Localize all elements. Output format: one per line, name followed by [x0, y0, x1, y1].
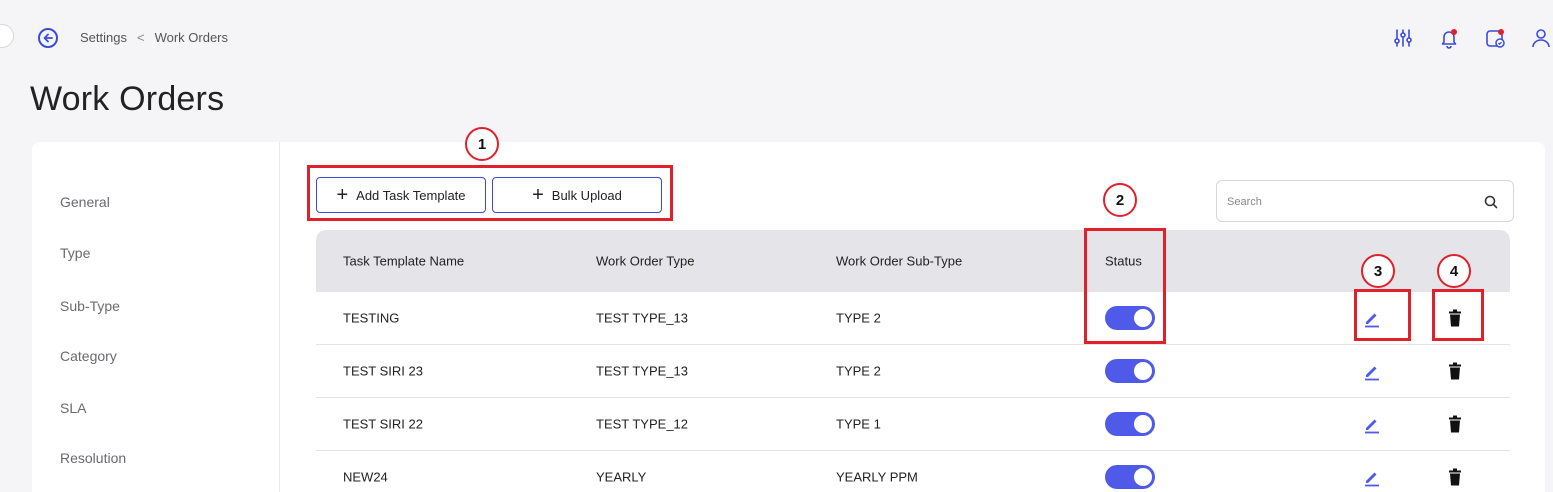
- delete-icon[interactable]: [1448, 468, 1462, 486]
- annotation-box-4: [1432, 289, 1484, 341]
- sidebar-item-general[interactable]: General: [60, 194, 110, 210]
- bell-icon: [1441, 29, 1457, 49]
- notifications-button[interactable]: [1437, 26, 1461, 50]
- task-template-name: TESTING: [343, 310, 400, 326]
- annotation-marker-1: 1: [465, 127, 499, 161]
- page-title: Work Orders: [30, 80, 225, 118]
- search-box: [1216, 180, 1514, 222]
- status-toggle[interactable]: [1105, 359, 1155, 383]
- profile-button[interactable]: [1529, 26, 1553, 50]
- annotation-marker-3: 3: [1361, 254, 1395, 288]
- sidebar-item-resolution[interactable]: Resolution: [60, 450, 126, 466]
- sidebar-item-category[interactable]: Category: [60, 348, 117, 364]
- table-row: TEST SIRI 23 TEST TYPE_13 TYPE 2: [316, 345, 1510, 398]
- back-button[interactable]: [38, 28, 58, 48]
- annotation-marker-2: 2: [1103, 183, 1137, 217]
- annotation-box-1: [307, 165, 673, 221]
- header-actions: [1391, 26, 1553, 50]
- work-order-type: TEST TYPE_13: [596, 310, 689, 326]
- breadcrumb: Settings < Work Orders: [80, 30, 228, 45]
- annotation-box-2: [1084, 228, 1166, 344]
- task-template-name: TEST SIRI 22: [343, 416, 423, 432]
- task-template-name: TEST SIRI 23: [343, 363, 423, 379]
- breadcrumb-work-orders: Work Orders: [154, 30, 229, 45]
- top-bar: Settings < Work Orders: [0, 0, 1553, 76]
- table-row: TESTING TEST TYPE_13 TYPE 2: [316, 292, 1510, 345]
- task-template-name: NEW24: [343, 469, 388, 485]
- work-order-sub-type: YEARLY PPM: [836, 469, 918, 485]
- breadcrumb-separator: <: [136, 30, 145, 45]
- column-header-name: Task Template Name: [343, 253, 465, 269]
- annotation-marker-4: 4: [1437, 254, 1471, 288]
- table-header: Task Template Name Work Order Type Work …: [316, 230, 1510, 292]
- tasks-button[interactable]: [1483, 26, 1507, 50]
- delete-icon[interactable]: [1448, 415, 1462, 433]
- task-icon: [1486, 29, 1505, 48]
- user-icon: [1532, 29, 1550, 48]
- status-toggle[interactable]: [1105, 465, 1155, 489]
- work-order-sub-type: TYPE 2: [836, 310, 881, 326]
- sidebar-item-sub-type[interactable]: Sub-Type: [60, 298, 120, 314]
- table-row: NEW24 YEARLY YEARLY PPM: [316, 451, 1510, 492]
- status-toggle[interactable]: [1105, 412, 1155, 436]
- sidebar-item-type[interactable]: Type: [60, 245, 90, 261]
- sidebar-item-sla[interactable]: SLA: [60, 400, 86, 416]
- annotation-box-3: [1354, 289, 1411, 341]
- settings-sidebar: General Type Sub-Type Category SLA Resol…: [32, 142, 280, 492]
- settings-card: General Type Sub-Type Category SLA Resol…: [32, 142, 1545, 492]
- work-order-type: YEARLY: [596, 469, 647, 485]
- column-header-type: Work Order Type: [596, 253, 695, 269]
- task-template-table: Task Template Name Work Order Type Work …: [316, 230, 1510, 492]
- breadcrumb-settings[interactable]: Settings: [80, 30, 127, 45]
- edit-icon[interactable]: [1362, 467, 1382, 487]
- work-order-sub-type: TYPE 1: [836, 416, 881, 432]
- delete-icon[interactable]: [1448, 362, 1462, 380]
- table-row: TEST SIRI 22 TEST TYPE_12 TYPE 1: [316, 398, 1510, 451]
- sliders-icon: [1394, 29, 1412, 47]
- search-icon[interactable]: [1483, 194, 1499, 210]
- work-order-sub-type: TYPE 2: [836, 363, 881, 379]
- back-arrow-icon: [43, 33, 53, 43]
- work-order-type: TEST TYPE_12: [596, 416, 689, 432]
- edit-icon[interactable]: [1362, 361, 1382, 381]
- filter-settings-button[interactable]: [1391, 26, 1415, 50]
- work-order-type: TEST TYPE_13: [596, 363, 689, 379]
- edit-icon[interactable]: [1362, 414, 1382, 434]
- search-input[interactable]: [1227, 191, 1457, 213]
- column-header-subtype: Work Order Sub-Type: [836, 253, 963, 269]
